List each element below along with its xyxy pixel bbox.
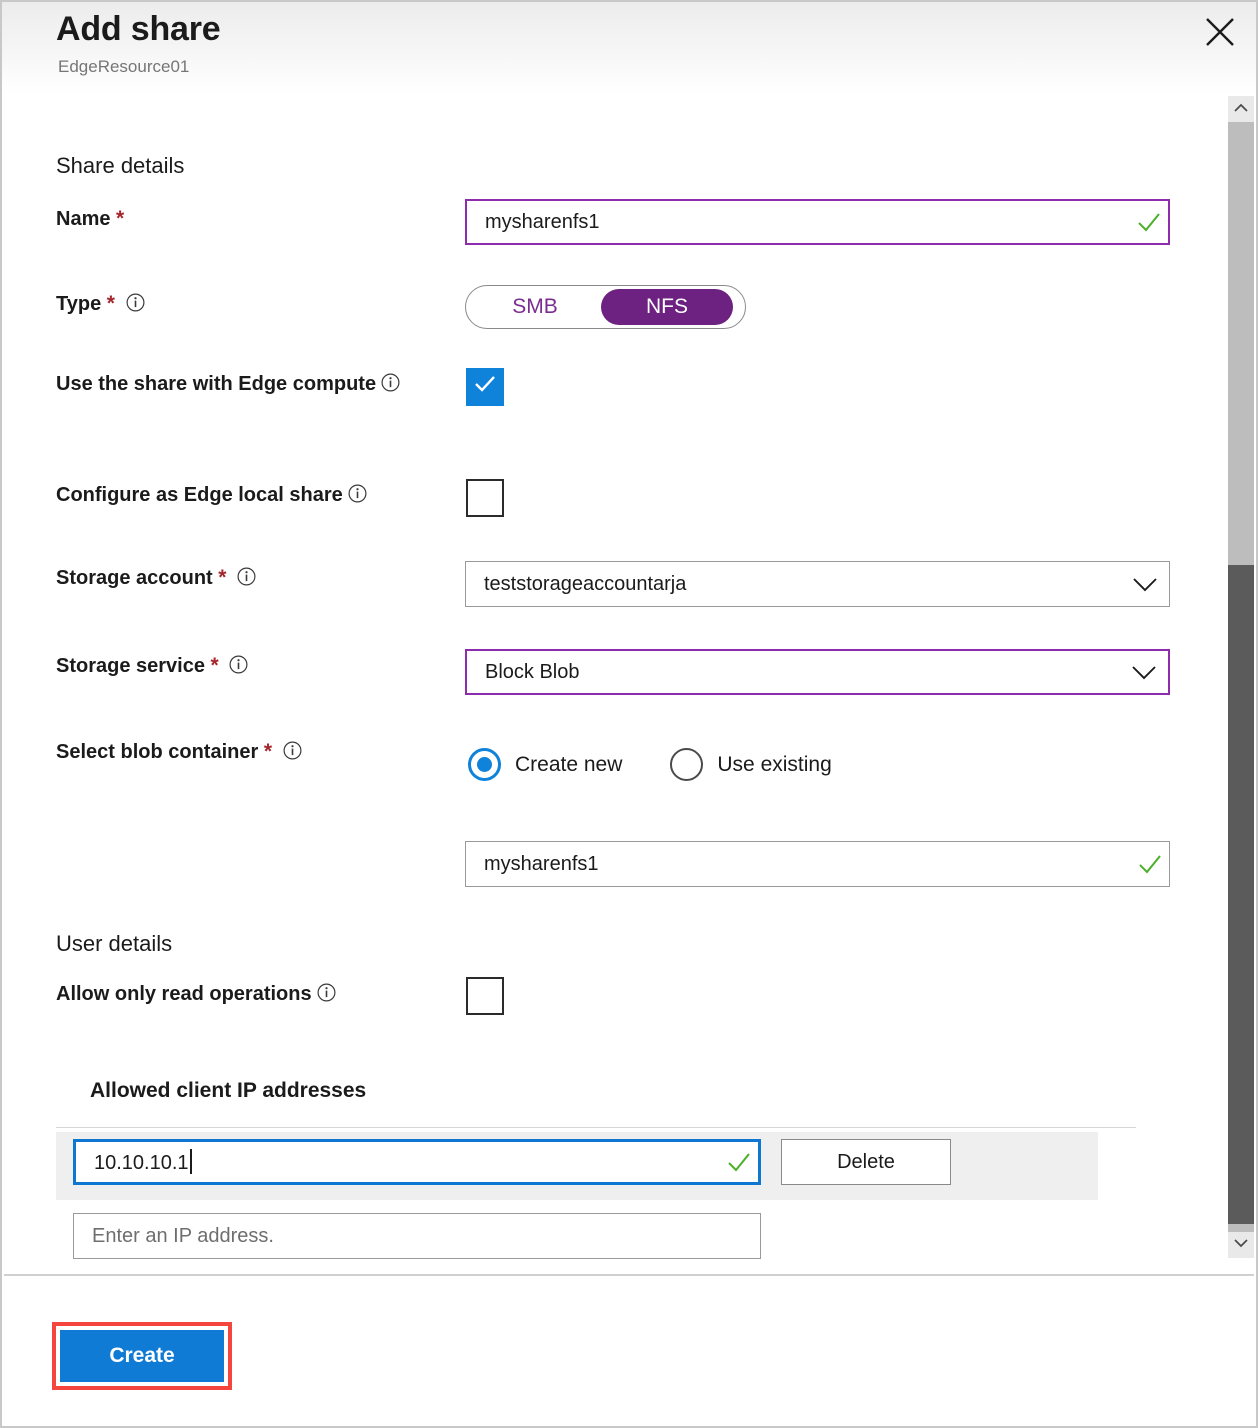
label-storage-account: Storage account *	[56, 565, 256, 592]
checkmark-valid-icon	[720, 1152, 758, 1172]
info-icon[interactable]	[126, 293, 145, 312]
toggle-option-smb[interactable]: SMB	[469, 289, 601, 325]
label-read-only: Allow only read operations	[56, 982, 336, 1008]
form-content: Share details Name * mysharenfs1 Type *	[2, 96, 1220, 1274]
blob-container-name-value: mysharenfs1	[466, 853, 1131, 876]
storage-account-dropdown[interactable]: teststorageaccountarja	[465, 561, 1170, 607]
required-asterisk: *	[107, 292, 115, 315]
radio-create-new[interactable]: Create new	[468, 748, 622, 781]
footer-divider	[4, 1274, 1254, 1276]
required-asterisk: *	[264, 740, 272, 763]
ip-section-divider	[56, 1127, 1136, 1128]
checkbox-edge-compute[interactable]	[466, 368, 504, 406]
label-edge-local-share: Configure as Edge local share	[56, 483, 367, 509]
required-asterisk: *	[116, 207, 124, 230]
text-cursor	[190, 1149, 192, 1174]
scroll-down-button[interactable]	[1228, 1232, 1254, 1258]
page-subtitle: EdgeResource01	[58, 57, 189, 77]
storage-service-value: Block Blob	[467, 661, 1120, 684]
ip-address-value: 10.10.10.1	[76, 1149, 720, 1175]
checkmark-valid-icon	[1130, 212, 1168, 232]
info-icon[interactable]	[229, 655, 248, 674]
checkbox-edge-local-share[interactable]	[466, 479, 504, 517]
label-storage-service-text: Storage service	[56, 655, 205, 677]
new-ip-address-input[interactable]: Enter an IP address.	[73, 1213, 761, 1259]
section-heading-user-details: User details	[56, 931, 172, 957]
blob-container-radio-group: Create new Use existing	[468, 748, 832, 781]
info-icon[interactable]	[381, 373, 400, 392]
share-type-toggle[interactable]: SMB NFS	[465, 285, 746, 329]
checkmark-valid-icon	[1131, 854, 1169, 874]
label-edge-local-share-text: Configure as Edge local share	[56, 484, 343, 506]
ip-address-input[interactable]: 10.10.10.1	[73, 1139, 761, 1185]
toggle-option-nfs[interactable]: NFS	[601, 289, 733, 325]
label-edge-compute: Use the share with Edge compute	[56, 372, 436, 398]
checkbox-read-only[interactable]	[466, 977, 504, 1015]
scroll-up-button[interactable]	[1228, 96, 1254, 122]
ip-section-heading: Allowed client IP addresses	[90, 1079, 366, 1103]
chevron-down-icon	[1120, 665, 1168, 680]
dialog-header: Add share EdgeResource01	[2, 2, 1256, 94]
delete-ip-button[interactable]: Delete	[781, 1139, 951, 1185]
chevron-down-icon	[1121, 577, 1169, 592]
close-icon	[1198, 15, 1242, 49]
info-icon[interactable]	[348, 484, 367, 503]
create-button[interactable]: Create	[60, 1330, 224, 1382]
chevron-down-icon	[1228, 1239, 1254, 1248]
label-blob-container: Select blob container *	[56, 739, 302, 766]
storage-account-value: teststorageaccountarja	[466, 573, 1121, 596]
page-title: Add share	[56, 10, 220, 49]
label-name: Name *	[56, 206, 124, 233]
vertical-scrollbar[interactable]	[1228, 96, 1254, 1258]
label-storage-account-text: Storage account	[56, 567, 213, 589]
info-icon[interactable]	[317, 983, 336, 1002]
radio-use-existing-label: Use existing	[717, 753, 831, 777]
share-name-input[interactable]: mysharenfs1	[465, 199, 1170, 245]
scrollbar-thumb[interactable]	[1228, 565, 1254, 1224]
info-icon[interactable]	[237, 567, 256, 586]
new-ip-address-placeholder: Enter an IP address.	[74, 1225, 760, 1248]
chevron-up-icon	[1228, 103, 1254, 112]
create-button-highlight: Create	[52, 1322, 232, 1390]
required-asterisk: *	[218, 566, 226, 589]
radio-use-existing-indicator[interactable]	[670, 748, 703, 781]
required-asterisk: *	[211, 654, 219, 677]
radio-create-new-label: Create new	[515, 753, 622, 777]
storage-service-dropdown[interactable]: Block Blob	[465, 649, 1170, 695]
info-icon[interactable]	[283, 741, 302, 760]
radio-use-existing[interactable]: Use existing	[670, 748, 831, 781]
label-name-text: Name	[56, 208, 110, 230]
label-type: Type *	[56, 291, 145, 318]
ip-address-text: 10.10.10.1	[94, 1152, 189, 1174]
close-button[interactable]	[1198, 10, 1242, 54]
add-share-dialog: Add share EdgeResource01	[0, 0, 1258, 1428]
label-blob-container-text: Select blob container	[56, 741, 258, 763]
label-storage-service: Storage service *	[56, 653, 248, 680]
blob-container-name-input[interactable]: mysharenfs1	[465, 841, 1170, 887]
label-edge-compute-text: Use the share with Edge compute	[56, 373, 376, 395]
share-name-value: mysharenfs1	[467, 211, 1130, 234]
label-type-text: Type	[56, 293, 101, 315]
label-read-only-text: Allow only read operations	[56, 983, 312, 1005]
radio-create-new-indicator[interactable]	[468, 748, 501, 781]
section-heading-share-details: Share details	[56, 153, 184, 179]
